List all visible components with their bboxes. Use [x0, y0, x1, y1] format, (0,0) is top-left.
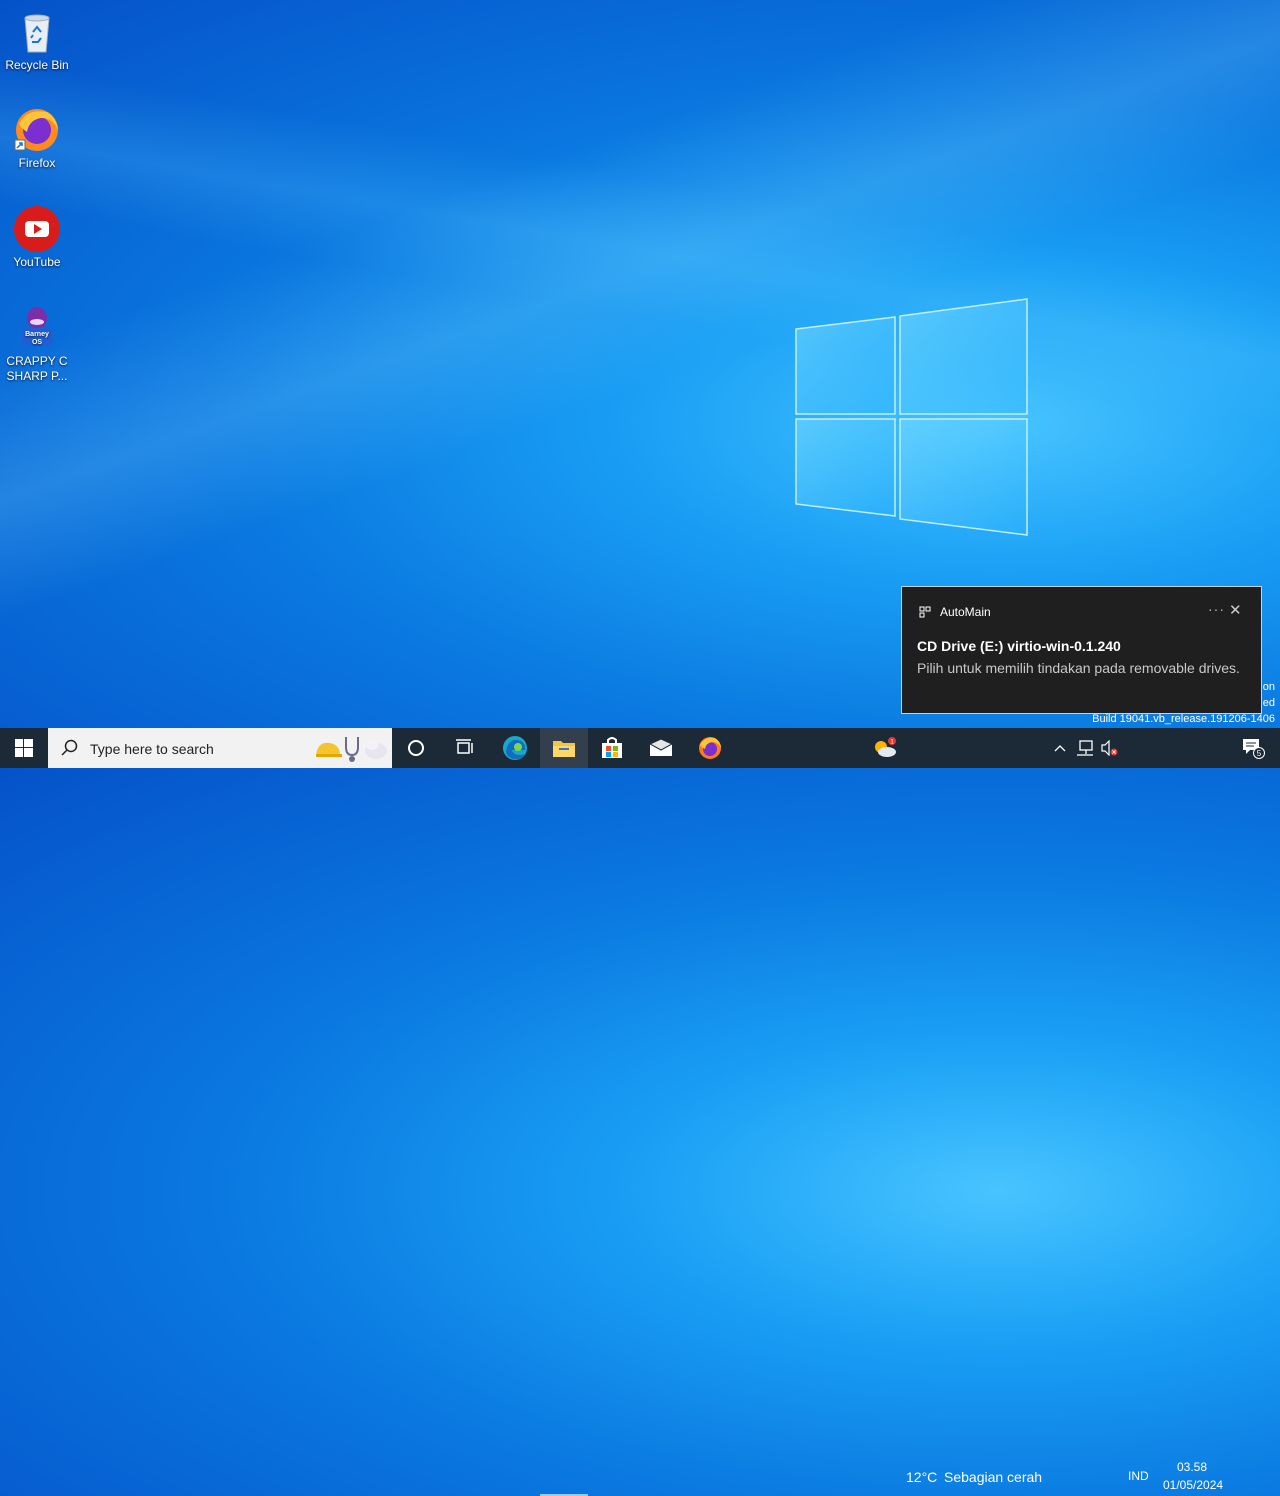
desktop-icon-youtube[interactable]: YouTube: [4, 205, 70, 270]
search-input[interactable]: [88, 738, 312, 760]
barney-app-icon: Barney OS: [13, 304, 61, 352]
mail-icon: [649, 739, 673, 756]
volume-muted-icon: [1101, 740, 1118, 756]
firefox-icon: [699, 737, 721, 759]
desktop-icon-label: CRAPPY C SHARP P...: [6, 354, 68, 383]
svg-text:5: 5: [1257, 749, 1262, 758]
search-box[interactable]: [48, 728, 392, 768]
taskbar-file-explorer[interactable]: [540, 728, 588, 768]
toast-notification[interactable]: AutoMain ··· ✕ CD Drive (E:) virtio-win-…: [901, 586, 1262, 714]
cortana-button[interactable]: [392, 728, 440, 768]
recycle-bin-icon: [13, 8, 61, 56]
action-center-button[interactable]: 5: [1234, 728, 1272, 768]
watermark-line: on: [1262, 681, 1275, 693]
show-hidden-icons-button[interactable]: [1050, 728, 1070, 768]
weather-widget[interactable]: 1: [870, 728, 900, 768]
desktop-icon-firefox[interactable]: Firefox: [4, 106, 70, 171]
volume-button[interactable]: [1098, 728, 1120, 768]
automain-app-icon: [919, 606, 931, 618]
toast-app-name: AutoMain: [940, 605, 991, 619]
cortana-icon: [408, 740, 424, 756]
toast-more-options-icon[interactable]: ···: [1208, 601, 1225, 617]
desktop-icon-recycle-bin[interactable]: Recycle Bin: [4, 8, 70, 73]
weather-temperature[interactable]: 12°C: [906, 1469, 937, 1485]
taskbar: 1 12°C Sebagian cerah IND 03.58 01/05/20…: [0, 728, 1280, 1496]
edge-icon: [503, 736, 527, 760]
svg-text:Barney: Barney: [25, 331, 49, 338]
weather-condition[interactable]: Sebagian cerah: [944, 1469, 1042, 1485]
weather-partly-cloudy-icon: 1: [875, 737, 896, 757]
chevron-up-icon: [1054, 745, 1066, 752]
search-highlight-doodle-icon: [316, 737, 387, 762]
clock-date[interactable]: 01/05/2024: [1163, 1478, 1223, 1492]
taskbar-microsoft-store[interactable]: [588, 728, 636, 768]
watermark-build: Build 19041.vb_release.191206-1406: [1092, 713, 1275, 725]
task-view-icon: [456, 739, 473, 754]
task-view-button[interactable]: [440, 728, 488, 768]
file-explorer-icon: [553, 741, 575, 757]
taskbar-edge[interactable]: [491, 728, 539, 768]
desktop-icon-label: Firefox: [18, 156, 56, 170]
desktop-icon-crappy-c-sharp[interactable]: Barney OS CRAPPY C SHARP P...: [4, 304, 70, 384]
toast-title: CD Drive (E:) virtio-win-0.1.240: [917, 638, 1121, 654]
watermark-line: ed: [1262, 697, 1275, 709]
search-icon: [61, 739, 78, 756]
notification-icon: 5: [1243, 739, 1265, 759]
taskbar-mail[interactable]: [637, 728, 685, 768]
desktop-icon-label: YouTube: [13, 255, 61, 269]
microsoft-store-icon: [602, 737, 622, 758]
input-language[interactable]: IND: [1128, 1469, 1149, 1483]
windows-start-icon: [15, 739, 33, 757]
firefox-icon: [13, 106, 61, 154]
network-button[interactable]: [1074, 728, 1096, 768]
network-icon: [1077, 740, 1093, 756]
start-button[interactable]: [0, 728, 48, 768]
youtube-icon: [13, 205, 61, 253]
toast-close-icon[interactable]: ✕: [1229, 601, 1242, 619]
toast-body: Pilih untuk memilih tindakan pada remova…: [917, 660, 1240, 676]
desktop-icon-label: Recycle Bin: [5, 58, 69, 72]
windows-wallpaper-logo: [795, 298, 1028, 536]
svg-text:OS: OS: [32, 339, 42, 346]
taskbar-firefox[interactable]: [686, 728, 734, 768]
clock-time[interactable]: 03.58: [1177, 1460, 1207, 1474]
